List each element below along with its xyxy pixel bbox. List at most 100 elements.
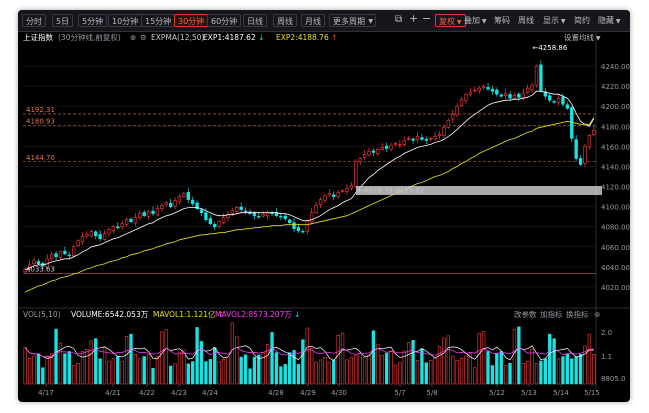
more-periods-dropdown[interactable]: 更多周期 ▼: [329, 14, 376, 27]
period-tab-5min[interactable]: 5分钟: [78, 14, 108, 27]
candle-body: [552, 101, 556, 103]
brief-button[interactable]: 简约: [574, 14, 590, 27]
volume-bar: [384, 352, 389, 385]
volume-bar: [151, 368, 155, 385]
candle-body: [393, 143, 398, 146]
candle-body: [120, 223, 124, 227]
volume-tick-label: 1.1: [601, 353, 612, 361]
volume-bar: [340, 332, 345, 385]
candle-body: [32, 260, 36, 264]
date-tick-label: 4/22: [139, 389, 155, 397]
volume-bar: [314, 361, 318, 385]
volume-bar: [270, 332, 274, 385]
volume-bar: [565, 354, 570, 385]
candle-body: [72, 246, 76, 257]
candle-body: [36, 261, 41, 265]
candle-body: [556, 97, 561, 103]
volume-bar: [296, 364, 301, 385]
volume-bar: [451, 355, 455, 385]
period-tab-timeshare[interactable]: 分时: [22, 14, 46, 27]
candle-body: [279, 215, 283, 218]
candle-body: [548, 95, 552, 101]
candle-body: [517, 93, 521, 98]
volume-bar: [146, 354, 151, 385]
candle-body: [142, 212, 146, 216]
candle-body: [530, 84, 534, 90]
candle-body: [503, 92, 508, 96]
volume-bar: [89, 340, 93, 385]
candle-body: [521, 92, 525, 99]
candle-body: [261, 214, 265, 217]
volume-bar: [49, 353, 54, 385]
annotations: 4192.31 4180.93 4144.70 4033.63 ←4258.86 ←401…: [26, 44, 568, 273]
volume-bar: [168, 365, 173, 385]
price-tick-label: 4080.00: [601, 224, 630, 232]
volume-bar: [204, 361, 208, 385]
date-tick-label: 4/29: [300, 389, 316, 397]
candle-body: [168, 202, 173, 207]
volume-bar: [133, 354, 138, 385]
candle-body: [592, 130, 596, 136]
volume-bar: [301, 339, 305, 385]
candle-body: [578, 158, 583, 165]
volume-bar: [310, 347, 314, 385]
volume-bar: [587, 333, 592, 385]
period-tab-daily[interactable]: 日线: [243, 14, 267, 27]
candle-body: [464, 93, 468, 101]
volume-bar: [473, 367, 477, 385]
volume-series: [23, 322, 596, 385]
date-tick-label: 5/8: [426, 389, 437, 397]
period-tab-30min[interactable]: 30分钟: [174, 14, 209, 27]
candle-body: [323, 195, 327, 201]
candle-body: [138, 213, 142, 218]
zoom-in-icon[interactable]: +: [409, 12, 418, 25]
volume-bar: [543, 358, 547, 385]
volume-bar: [433, 357, 437, 385]
candle-body: [345, 188, 349, 192]
hide-dropdown[interactable]: 隐藏 ▼: [598, 14, 621, 27]
volume-bar: [186, 363, 190, 385]
date-tick-label: 5/7: [394, 389, 405, 397]
period-tab-monthly[interactable]: 月线: [301, 14, 325, 27]
display-dropdown[interactable]: 显示 ▼: [543, 14, 566, 27]
chips-button[interactable]: 筹码: [494, 14, 510, 27]
volume-bar: [94, 338, 98, 385]
candle-body: [358, 158, 362, 162]
candle-body: [155, 208, 160, 216]
period-tab-weekly[interactable]: 周线: [273, 14, 297, 27]
volume-bar: [54, 328, 58, 385]
volume-bar: [362, 357, 367, 385]
volume-bar: [336, 334, 340, 385]
candle-body: [402, 140, 406, 145]
candle-body: [80, 236, 85, 242]
candle-body: [133, 217, 138, 224]
period-tab-15min[interactable]: 15分钟: [141, 14, 176, 27]
price-tick-label: 4140.00: [601, 163, 630, 171]
volume-bar: [548, 333, 552, 385]
volume-bar: [199, 341, 204, 385]
period-tab-60min[interactable]: 60分钟: [207, 14, 242, 27]
high-label: ←4258.86: [532, 44, 567, 52]
volume-bar: [429, 360, 433, 385]
kline-chart[interactable]: 4240.00 4220.00 4200.00 4180.00 4160.00 4140.…: [18, 32, 630, 402]
volume-bar: [173, 363, 177, 385]
volume-bar: [495, 353, 499, 385]
volume-bar: [124, 336, 129, 385]
candle-body: [63, 250, 67, 255]
candle-body: [182, 193, 186, 197]
period-tab-10min[interactable]: 10分钟: [108, 14, 143, 27]
candle-body: [332, 194, 336, 197]
candle-body: [570, 107, 574, 139]
period-tab-5day[interactable]: 5日: [52, 14, 74, 27]
zoom-out-icon[interactable]: −: [422, 12, 431, 25]
fuquan-dropdown[interactable]: 复权 ▼: [435, 14, 466, 27]
candle-body: [415, 136, 420, 141]
toolbar: 分时 5日 5分钟 10分钟 15分钟 30分钟 60分钟 日线 周线 月线 更…: [18, 10, 630, 32]
volume-bar: [221, 359, 226, 385]
overlay-dropdown[interactable]: 叠加 ▼: [464, 14, 487, 27]
candle-body: [283, 215, 287, 219]
draw-tool-icon[interactable]: ⧉: [395, 13, 402, 26]
volume-bar: [407, 342, 411, 385]
cycle-button[interactable]: 周线: [518, 14, 534, 27]
volume-bar: [354, 355, 358, 385]
